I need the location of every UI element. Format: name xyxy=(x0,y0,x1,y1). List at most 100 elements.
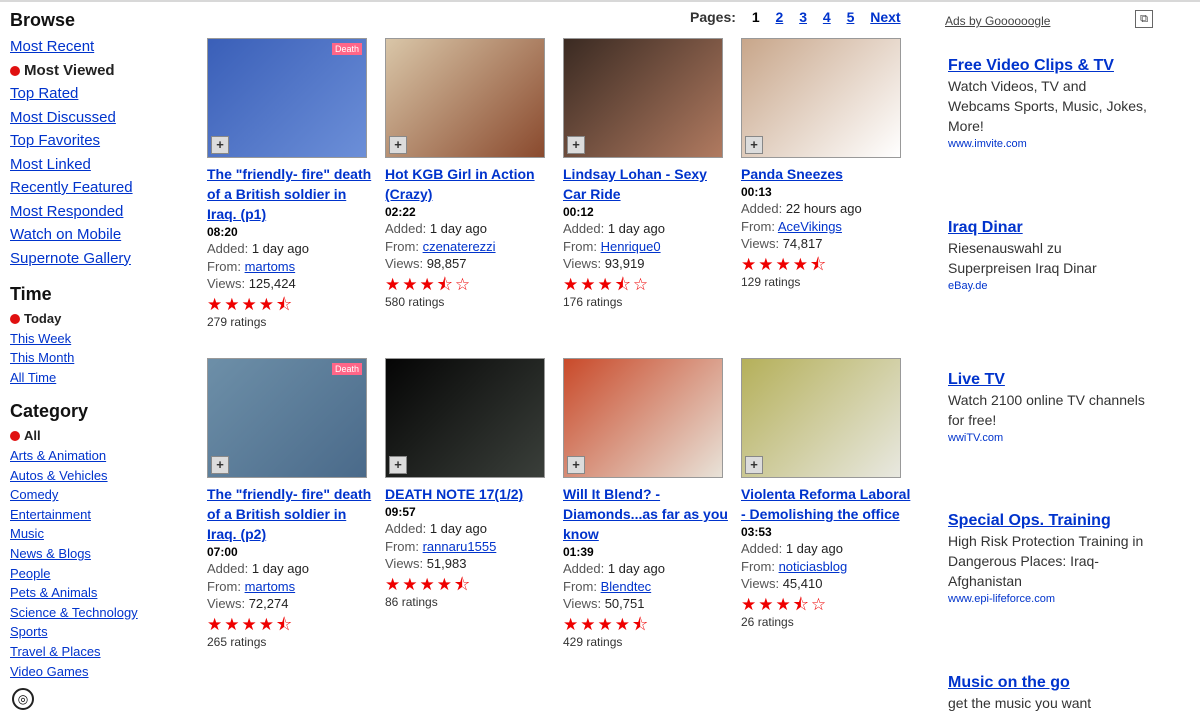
video-thumbnail[interactable]: + xyxy=(385,38,545,158)
sidebar-item-browse[interactable]: Most Discussed xyxy=(10,106,195,130)
video-title-link[interactable]: DEATH NOTE 17(1/2) xyxy=(385,484,555,504)
sidebar-item-time[interactable]: This Week xyxy=(10,329,195,349)
video-thumbnail[interactable]: Death + xyxy=(207,358,367,478)
uploader-link[interactable]: Blendtec xyxy=(601,579,652,594)
sidebar-item-browse[interactable]: Most Responded xyxy=(10,200,195,224)
sidebar-item-category: All xyxy=(10,426,195,446)
page-link[interactable]: 5 xyxy=(847,9,855,25)
video-title-link[interactable]: Lindsay Lohan - Sexy Car Ride xyxy=(563,164,733,204)
uploader-link[interactable]: martoms xyxy=(245,259,296,274)
video-thumbnail[interactable]: Death + xyxy=(207,38,367,158)
rating-stars: ★★★⯪☆ xyxy=(563,274,651,294)
sidebar-item-time[interactable]: All Time xyxy=(10,368,195,388)
next-page-link[interactable]: Next xyxy=(870,9,900,25)
video-thumbnail[interactable]: + xyxy=(741,38,901,158)
sidebar-item-browse[interactable]: Watch on Mobile xyxy=(10,223,195,247)
video-title-link[interactable]: Will It Blend? - Diamonds...as far as yo… xyxy=(563,484,733,544)
sidebar-item-label: Watch on Mobile xyxy=(10,226,122,243)
sidebar-item-browse[interactable]: Top Rated xyxy=(10,82,195,106)
sidebar-item-label: Top Rated xyxy=(10,85,79,102)
video-thumbnail[interactable]: + xyxy=(741,358,901,478)
sidebar-item-category[interactable]: Entertainment xyxy=(10,505,195,525)
ad-item: Free Video Clips & TV Watch Videos, TV an… xyxy=(948,56,1148,152)
video-title-link[interactable]: The "friendly- fire" death of a British … xyxy=(207,484,377,544)
video-thumbnail[interactable]: + xyxy=(563,358,723,478)
sidebar-item-time[interactable]: This Month xyxy=(10,348,195,368)
from-label: From: xyxy=(385,538,419,554)
add-to-quicklist-icon[interactable]: + xyxy=(211,456,229,474)
pagination: Pages: 1 2 3 4 5 Next xyxy=(690,9,913,25)
page-link[interactable]: 2 xyxy=(776,9,784,25)
video-thumbnail[interactable]: + xyxy=(563,38,723,158)
ads-panel: Ads by Goooooogle ⧉ Free Video Clips & T… xyxy=(945,10,1155,711)
sidebar-item-category[interactable]: Arts & Animation xyxy=(10,446,195,466)
from-label: From: xyxy=(741,558,775,574)
ads-by-link[interactable]: Ads by Goooooogle xyxy=(945,14,1050,28)
uploader-link[interactable]: Henrique0 xyxy=(601,239,661,254)
ratings-count: 429 ratings xyxy=(563,635,733,649)
ad-title-link[interactable]: Iraq Dinar xyxy=(948,218,1148,238)
ad-title-link[interactable]: Special Ops. Training xyxy=(948,511,1148,531)
sidebar-item-category[interactable]: Autos & Vehicles xyxy=(10,466,195,486)
sidebar-item-category[interactable]: News & Blogs xyxy=(10,544,195,564)
video-views: Views: 74,817 xyxy=(741,235,911,253)
sidebar-item-category[interactable]: Sports xyxy=(10,622,195,642)
video-from: From: czenaterezzi xyxy=(385,238,555,256)
ad-url-link[interactable]: wwiTV.com xyxy=(948,430,1148,446)
video-thumbnail[interactable]: + xyxy=(385,358,545,478)
sidebar: Browse Most Recent Most Viewed Top Rated Mo… xyxy=(10,10,195,695)
added-label: Added: xyxy=(385,521,427,536)
video-title-link[interactable]: The "friendly- fire" death of a British … xyxy=(207,164,377,224)
sidebar-item-category[interactable]: Travel & Places xyxy=(10,642,195,662)
video-grid: Death + The "friendly- fire" death of a Br… xyxy=(207,38,927,678)
add-to-quicklist-icon[interactable]: + xyxy=(389,456,407,474)
video-title-link[interactable]: Panda Sneezes xyxy=(741,164,911,184)
add-to-quicklist-icon[interactable]: + xyxy=(389,136,407,154)
sidebar-item-browse[interactable]: Supernote Gallery xyxy=(10,247,195,271)
sidebar-item-category[interactable]: People xyxy=(10,564,195,584)
add-to-quicklist-icon[interactable]: + xyxy=(567,136,585,154)
add-to-quicklist-icon[interactable]: + xyxy=(745,456,763,474)
video-added: Added: 1 day ago xyxy=(741,540,911,558)
video-views: Views: 45,410 xyxy=(741,575,911,593)
uploader-link[interactable]: noticiasblog xyxy=(779,559,848,574)
ad-title-link[interactable]: Free Video Clips & TV xyxy=(948,56,1148,76)
sidebar-item-category[interactable]: Video Games xyxy=(10,662,195,682)
page-link[interactable]: 3 xyxy=(799,9,807,25)
ad-title-link[interactable]: Live TV xyxy=(948,370,1148,390)
sidebar-item-browse[interactable]: Recently Featured xyxy=(10,176,195,200)
ratings-suffix: ratings xyxy=(586,294,623,309)
ad-url-link[interactable]: eBay.de xyxy=(948,278,1148,294)
sidebar-item-browse[interactable]: Most Recent xyxy=(10,35,195,59)
popout-icon[interactable]: ⧉ xyxy=(1135,10,1153,28)
page-link[interactable]: 4 xyxy=(823,9,831,25)
sidebar-item-browse[interactable]: Top Favorites xyxy=(10,129,195,153)
ad-description: Watch 2100 online TV channels for free! xyxy=(948,392,1145,428)
sidebar-item-category[interactable]: Pets & Animals xyxy=(10,583,195,603)
uploader-link[interactable]: rannaru1555 xyxy=(423,539,497,554)
ad-item: Music on the go get the music you want xyxy=(948,673,1148,713)
uploader-link[interactable]: czenaterezzi xyxy=(423,239,496,254)
add-to-quicklist-icon[interactable]: + xyxy=(745,136,763,154)
ratings-count: 26 ratings xyxy=(741,615,911,629)
video-title-link[interactable]: Violenta Reforma Laboral - Demolishing t… xyxy=(741,484,911,524)
sidebar-item-label: All xyxy=(24,428,41,444)
add-to-quicklist-icon[interactable]: + xyxy=(211,136,229,154)
sidebar-item-label: Supernote Gallery xyxy=(10,249,131,267)
sidebar-item-label: Most Discussed xyxy=(10,108,116,126)
uploader-link[interactable]: AceVikings xyxy=(778,219,842,234)
video-title-link[interactable]: Hot KGB Girl in Action (Crazy) xyxy=(385,164,555,204)
ad-url-link[interactable]: www.imvite.com xyxy=(948,136,1148,152)
add-to-quicklist-icon[interactable]: + xyxy=(567,456,585,474)
sidebar-item-browse[interactable]: Most Linked xyxy=(10,153,195,177)
added-value: 1 day ago xyxy=(429,221,487,236)
sidebar-item-category[interactable]: Science & Technology xyxy=(10,603,195,623)
sidebar-item-category[interactable]: Comedy xyxy=(10,485,195,505)
sidebar-item-category[interactable]: Music xyxy=(10,524,195,544)
sidebar-item-label: Entertainment xyxy=(10,506,91,522)
ad-url-link[interactable]: www.epi-lifeforce.com xyxy=(948,591,1148,607)
views-value: 74,817 xyxy=(782,236,823,251)
ad-title-link[interactable]: Music on the go xyxy=(948,673,1148,693)
uploader-link[interactable]: martoms xyxy=(245,579,296,594)
rating-stars: ★★★★⯪ xyxy=(207,614,295,634)
